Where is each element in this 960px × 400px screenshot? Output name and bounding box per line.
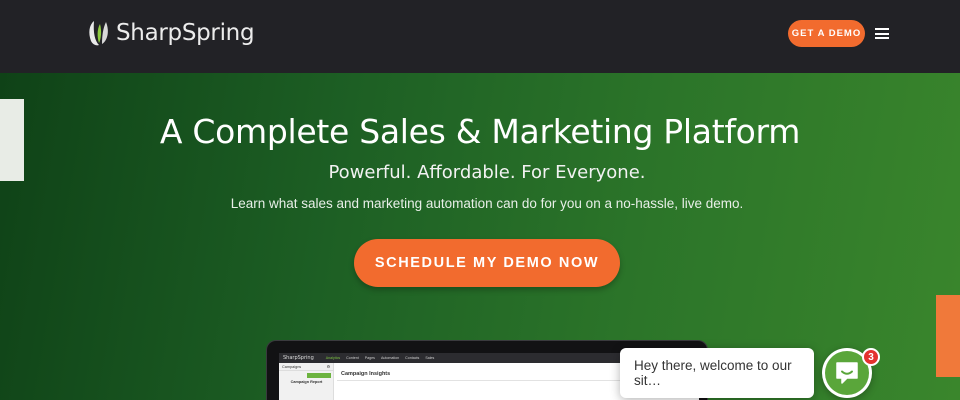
app-nav-item: Sales: [425, 356, 435, 360]
app-logo: SharpSpring: [283, 355, 314, 361]
hero-subtitle: Powerful. Affordable. For Everyone.: [328, 162, 646, 183]
sharpspring-logo[interactable]: SharpSpring: [86, 18, 255, 48]
logo-text: SharpSpring: [116, 20, 255, 46]
hero-description: Learn what sales and marketing automatio…: [230, 196, 744, 211]
chat-smile-icon: [836, 362, 858, 384]
sharpspring-logo-icon: [89, 21, 108, 46]
site-header: SharpSpring GET A DEMO: [0, 0, 960, 73]
app-nav-item: Analytics: [325, 356, 341, 360]
app-nav-item: Pages: [364, 356, 375, 360]
get-a-demo-button[interactable]: GET A DEMO: [788, 20, 865, 47]
chat-welcome-bubble[interactable]: Hey there, welcome to our sit…: [620, 348, 814, 398]
app-nav-item: Contacts: [405, 356, 420, 360]
feedback-side-tab[interactable]: [936, 295, 960, 377]
app-main-title: Campaign Insights: [341, 371, 391, 377]
hero-title: A Complete Sales & Marketing Platform: [159, 112, 801, 151]
chat-unread-badge: 3: [862, 348, 880, 366]
app-sidebar-green-button: [307, 373, 331, 378]
hamburger-menu-icon[interactable]: [875, 28, 889, 39]
chat-welcome-message: Hey there, welcome to our sit…: [634, 358, 792, 388]
app-sidebar-title: Campaigns: [282, 364, 302, 369]
app-nav-item: Automation: [380, 356, 400, 360]
gear-icon: ⚙: [326, 365, 330, 369]
app-sidebar: Campaigns ⚙ Campaign Report: [279, 363, 334, 400]
app-sidebar-item: Campaign Report: [290, 380, 323, 384]
app-sidebar-header: Campaigns ⚙: [279, 363, 333, 371]
app-nav-item: Content: [346, 356, 359, 360]
schedule-demo-button[interactable]: SCHEDULE MY DEMO NOW: [354, 239, 620, 287]
